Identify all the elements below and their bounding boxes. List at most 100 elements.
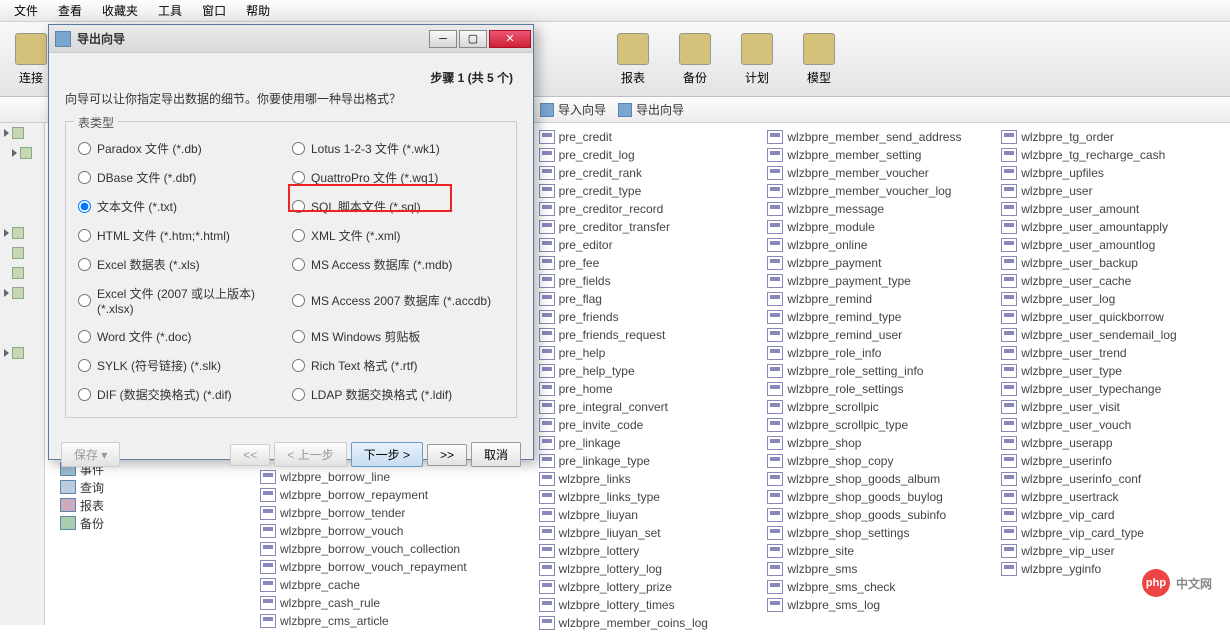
table-item[interactable]: wlzbpre_role_setting_info <box>767 362 1001 380</box>
table-item[interactable]: pre_linkage <box>539 434 768 452</box>
table-item[interactable]: wlzbpre_liuyan <box>539 506 768 524</box>
export-format-option[interactable]: LDAP 数据交换格式 (*.ldif) <box>292 386 504 403</box>
radio-input[interactable] <box>78 200 91 213</box>
tree-node[interactable] <box>0 283 44 303</box>
radio-input[interactable] <box>78 388 91 401</box>
minimize-button[interactable]: ─ <box>429 30 457 48</box>
table-item[interactable]: pre_credit_type <box>539 182 768 200</box>
radio-input[interactable] <box>78 171 91 184</box>
table-item[interactable]: wlzbpre_user_quickborrow <box>1001 308 1230 326</box>
radio-input[interactable] <box>78 294 91 307</box>
export-format-option[interactable]: SQL 脚本文件 (*.sql) <box>292 198 504 215</box>
table-item[interactable]: wlzbpre_shop_copy <box>767 452 1001 470</box>
table-item[interactable]: wlzbpre_lottery <box>539 542 768 560</box>
table-item[interactable]: pre_friends <box>539 308 768 326</box>
table-item[interactable]: wlzbpre_user_log <box>1001 290 1230 308</box>
table-item[interactable]: pre_friends_request <box>539 326 768 344</box>
table-item[interactable]: pre_integral_convert <box>539 398 768 416</box>
category-item[interactable]: 报表 <box>50 496 250 514</box>
close-button[interactable]: ✕ <box>489 30 531 48</box>
table-item[interactable]: wlzbpre_liuyan_set <box>539 524 768 542</box>
table-item[interactable]: wlzbpre_lottery_log <box>539 560 768 578</box>
menu-item[interactable]: 帮助 <box>236 0 280 21</box>
radio-input[interactable] <box>292 359 305 372</box>
table-item[interactable]: wlzbpre_module <box>767 218 1001 236</box>
table-item[interactable]: pre_creditor_record <box>539 200 768 218</box>
table-item[interactable]: wlzbpre_sms_log <box>767 596 1001 614</box>
table-item[interactable]: wlzbpre_shop_goods_subinfo <box>767 506 1001 524</box>
next-button[interactable]: 下一步 > <box>351 442 423 467</box>
tree-node[interactable] <box>0 123 44 143</box>
export-format-option[interactable]: HTML 文件 (*.htm;*.html) <box>78 227 288 244</box>
table-item[interactable]: wlzbpre_userinfo <box>1001 452 1230 470</box>
export-wizard-button[interactable]: 导出向导 <box>618 101 684 118</box>
table-item[interactable]: wlzbpre_user_sendemail_log <box>1001 326 1230 344</box>
table-item[interactable]: wlzbpre_member_coins_log <box>539 614 768 632</box>
table-item[interactable]: wlzbpre_shop_goods_buylog <box>767 488 1001 506</box>
table-item[interactable]: wlzbpre_payment_type <box>767 272 1001 290</box>
table-item[interactable]: wlzbpre_user <box>1001 182 1230 200</box>
export-format-option[interactable]: MS Access 数据库 (*.mdb) <box>292 256 504 273</box>
export-format-option[interactable]: Lotus 1-2-3 文件 (*.wk1) <box>292 140 504 157</box>
radio-input[interactable] <box>292 388 305 401</box>
table-item[interactable]: wlzbpre_user_cache <box>1001 272 1230 290</box>
toolbar-schedule[interactable]: 计划 <box>726 22 788 96</box>
table-item[interactable]: wlzbpre_lottery_prize <box>539 578 768 596</box>
radio-input[interactable] <box>78 258 91 271</box>
maximize-button[interactable]: ▢ <box>459 30 487 48</box>
table-item[interactable]: pre_invite_code <box>539 416 768 434</box>
table-item[interactable]: wlzbpre_user_amount <box>1001 200 1230 218</box>
table-item[interactable]: wlzbpre_tg_order <box>1001 128 1230 146</box>
table-item[interactable]: wlzbpre_scrollpic_type <box>767 416 1001 434</box>
menu-item[interactable]: 窗口 <box>192 0 236 21</box>
table-item[interactable]: wlzbpre_shop_goods_album <box>767 470 1001 488</box>
radio-input[interactable] <box>292 229 305 242</box>
table-item[interactable]: wlzbpre_sms <box>767 560 1001 578</box>
table-item[interactable]: wlzbpre_remind_user <box>767 326 1001 344</box>
menu-item[interactable]: 查看 <box>48 0 92 21</box>
menu-item[interactable]: 文件 <box>4 0 48 21</box>
export-format-option[interactable]: DBase 文件 (*.dbf) <box>78 169 288 186</box>
last-button[interactable]: >> <box>427 444 467 466</box>
table-item[interactable]: wlzbpre_borrow_vouch <box>260 522 539 540</box>
table-item[interactable]: wlzbpre_shop <box>767 434 1001 452</box>
export-format-option[interactable]: Rich Text 格式 (*.rtf) <box>292 357 504 374</box>
table-item[interactable]: wlzbpre_tg_recharge_cash <box>1001 146 1230 164</box>
tree-node[interactable] <box>0 263 44 283</box>
table-item[interactable]: wlzbpre_online <box>767 236 1001 254</box>
table-item[interactable]: wlzbpre_cms_article <box>260 612 539 630</box>
radio-input[interactable] <box>78 142 91 155</box>
toolbar-report[interactable]: 报表 <box>602 22 664 96</box>
export-format-option[interactable]: 文本文件 (*.txt) <box>78 198 288 215</box>
radio-input[interactable] <box>292 258 305 271</box>
table-item[interactable]: wlzbpre_user_trend <box>1001 344 1230 362</box>
table-item[interactable]: wlzbpre_member_voucher_log <box>767 182 1001 200</box>
radio-input[interactable] <box>292 142 305 155</box>
toolbar-model[interactable]: 模型 <box>788 22 850 96</box>
table-item[interactable]: wlzbpre_role_info <box>767 344 1001 362</box>
menu-item[interactable]: 收藏夹 <box>92 0 148 21</box>
table-item[interactable]: wlzbpre_vip_card <box>1001 506 1230 524</box>
table-item[interactable]: wlzbpre_user_vouch <box>1001 416 1230 434</box>
table-item[interactable]: pre_fee <box>539 254 768 272</box>
table-item[interactable]: wlzbpre_links <box>539 470 768 488</box>
table-item[interactable]: wlzbpre_vip_card_type <box>1001 524 1230 542</box>
radio-input[interactable] <box>292 200 305 213</box>
cancel-button[interactable]: 取消 <box>471 442 521 467</box>
table-item[interactable]: wlzbpre_vip_user <box>1001 542 1230 560</box>
table-item[interactable]: wlzbpre_user_visit <box>1001 398 1230 416</box>
table-item[interactable]: wlzbpre_sms_check <box>767 578 1001 596</box>
radio-input[interactable] <box>78 229 91 242</box>
tree-node[interactable] <box>0 223 44 243</box>
radio-input[interactable] <box>78 330 91 343</box>
table-item[interactable]: pre_credit_rank <box>539 164 768 182</box>
export-format-option[interactable]: SYLK (符号链接) (*.slk) <box>78 357 288 374</box>
export-format-option[interactable]: Paradox 文件 (*.db) <box>78 140 288 157</box>
table-item[interactable]: pre_flag <box>539 290 768 308</box>
table-item[interactable]: wlzbpre_cash_rule <box>260 594 539 612</box>
table-item[interactable]: wlzbpre_member_send_address <box>767 128 1001 146</box>
export-format-option[interactable]: MS Windows 剪贴板 <box>292 328 504 345</box>
table-item[interactable]: wlzbpre_scrollpic <box>767 398 1001 416</box>
table-item[interactable]: pre_help <box>539 344 768 362</box>
table-item[interactable]: pre_linkage_type <box>539 452 768 470</box>
